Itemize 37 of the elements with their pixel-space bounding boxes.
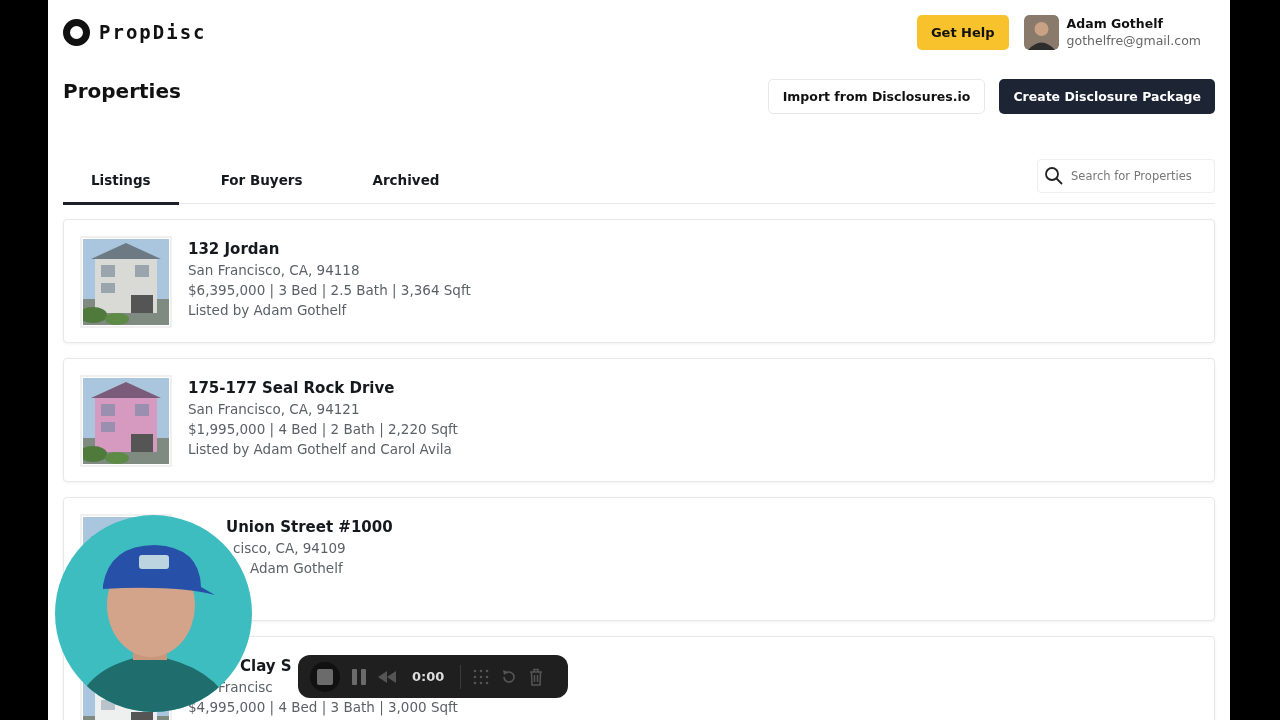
tab[interactable]: Archived bbox=[344, 158, 468, 205]
listing-agent: Listed by Adam Gothelf bbox=[188, 302, 347, 318]
trash-icon[interactable] bbox=[529, 667, 544, 686]
tab[interactable]: For Buyers bbox=[192, 158, 331, 205]
listing-agent: Listed by Adam Gothelf and Carol Avila bbox=[188, 441, 452, 457]
pause-icon[interactable] bbox=[352, 668, 366, 685]
restart-icon[interactable] bbox=[501, 668, 518, 685]
search-icon bbox=[1044, 166, 1064, 186]
create-button[interactable]: Create Disclosure Package bbox=[999, 79, 1215, 114]
listing-address: San Francisco, CA, 94121 bbox=[188, 401, 360, 417]
listing-card[interactable]: 175-177 Seal Rock Drive San Francisco, CA, 94121 $1,995,000 | 4 Bed | 2 Bath | 2,220 Sqft Listed by Adam Gothelf and Carol Avila bbox=[63, 358, 1215, 482]
tab[interactable]: Listings bbox=[63, 158, 179, 205]
listing-title[interactable]: Union Street #1000 bbox=[226, 518, 393, 536]
listing-details: $4,995,000 | 4 Bed | 3 Bath | 3,000 Sqft bbox=[188, 699, 458, 715]
stop-icon bbox=[317, 668, 333, 685]
listing-agent: Adam Gothelf bbox=[250, 560, 343, 576]
user-email: gothelfre@gmail.com bbox=[1066, 33, 1201, 48]
listing-address: cisco, CA, 94109 bbox=[233, 540, 346, 556]
listing-title[interactable]: 132 Jordan bbox=[188, 240, 280, 258]
stop-button[interactable] bbox=[310, 661, 340, 692]
logo-icon bbox=[63, 18, 90, 46]
import-button[interactable]: Import from Disclosures.io bbox=[767, 79, 986, 114]
search-field[interactable]: Search for Properties bbox=[1037, 159, 1215, 193]
user-name: Adam Gothelf bbox=[1066, 16, 1164, 31]
listing-details: $6,395,000 | 3 Bed | 2.5 Bath | 3,364 Sqft bbox=[188, 282, 471, 298]
grid-icon[interactable] bbox=[473, 668, 490, 685]
listing-title[interactable]: Clay S bbox=[240, 657, 292, 675]
listing-details: $1,995,000 | 4 Bed | 2 Bath | 2,220 Sqft bbox=[188, 421, 458, 437]
recording-time: 0:00 bbox=[412, 669, 445, 684]
rewind-icon[interactable] bbox=[378, 670, 396, 683]
listing-address: San Francisco, CA, 94118 bbox=[188, 262, 360, 278]
listing-title[interactable]: 175-177 Seal Rock Drive bbox=[188, 379, 395, 397]
listing-card[interactable]: 132 Jordan San Francisco, CA, 94118 $6,395,000 | 3 Bed | 2.5 Bath | 3,364 Sqft Listed by Adam Gothelf bbox=[63, 219, 1215, 343]
help-button[interactable]: Get Help bbox=[916, 14, 1009, 50]
avatar[interactable] bbox=[1023, 14, 1059, 50]
brand-name: PropDisc bbox=[99, 21, 207, 43]
page-title: Properties bbox=[63, 79, 182, 103]
